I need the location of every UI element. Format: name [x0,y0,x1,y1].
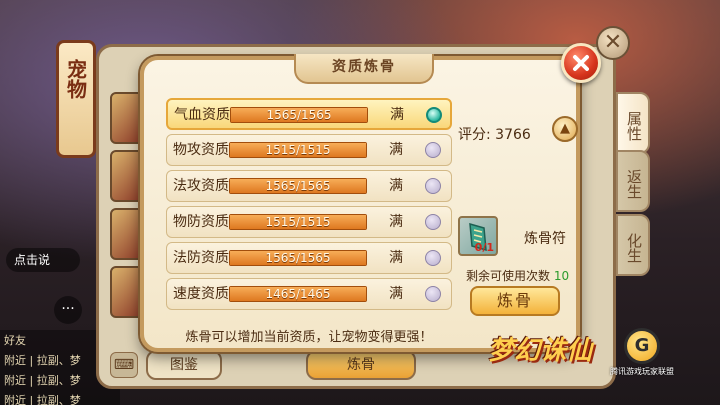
attribute-status: 满 [389,250,403,266]
pet-list [110,92,144,328]
attribute-name: 物防资质 [173,214,229,230]
attribute-status: 满 [389,214,403,230]
attribute-select-radio[interactable] [425,250,441,266]
attribute-progress-bar: 1465/1465 [229,286,367,302]
badge-icon: G [624,328,660,364]
attribute-select-radio[interactable] [425,142,441,158]
attribute-value: 1465/1465 [265,287,331,301]
attribute-name: 气血资质 [174,107,230,123]
pet-thumbnail[interactable] [110,266,144,318]
score-display: 评分: 3766 [458,127,531,143]
attribute-select-radio[interactable] [425,178,441,194]
lantern-text: 宠物 [63,59,88,99]
attribute-progress-bar: 1565/1565 [229,178,367,194]
refine-hint: 炼骨可以增加当前资质，让宠物变得更强！ [185,330,433,345]
attribute-row[interactable]: 物防资质 1515/1515 满 [166,206,452,238]
attribute-row[interactable]: 气血资质 1565/1565 满 [166,98,452,130]
remaining-uses-label: 剩余可使用次数 [466,269,551,283]
item-count: 0/1 [474,241,494,254]
attribute-status: 满 [390,107,404,123]
attribute-select-radio[interactable] [425,214,441,230]
attribute-progress-bar: 1565/1565 [230,107,368,123]
attribute-row[interactable]: 物攻资质 1515/1515 满 [166,134,452,166]
tab-rebirth[interactable]: 返生 [616,150,650,212]
catalog-button[interactable]: 图鉴 [146,350,222,380]
attribute-status: 满 [389,178,403,194]
attribute-row[interactable]: 速度资质 1465/1465 满 [166,278,452,310]
attribute-progress-bar: 1565/1565 [229,250,367,266]
attribute-name: 法攻资质 [173,178,229,194]
score-value: 3766 [495,127,531,143]
close-icon [573,55,589,71]
talisman-icon[interactable]: 0/1 [458,216,498,256]
more-options-button[interactable]: ··· [54,296,82,324]
tab-transform[interactable]: 化生 [616,214,650,276]
attribute-status: 满 [389,142,403,158]
remaining-uses: 剩余可使用次数 10 [466,267,569,284]
pet-panel-close-button[interactable]: ✕ [596,26,630,60]
badge-text: 腾讯游戏玩家联盟 [610,367,674,376]
attribute-name: 物攻资质 [173,142,229,158]
game-logo-text: 梦幻诛仙 [488,336,593,366]
pet-thumbnail[interactable] [110,208,144,260]
attribute-value: 1515/1515 [265,143,331,157]
attribute-list: 气血资质 1565/1565 满 物攻资质 1515/1515 满 法攻资质 1… [166,98,452,314]
attribute-progress-bar: 1515/1515 [229,214,367,230]
pet-thumbnail[interactable] [110,92,144,144]
attribute-name: 速度资质 [173,286,229,302]
remaining-uses-value: 10 [553,269,570,283]
gamepad-icon[interactable]: ⌨ [110,352,138,378]
attribute-value: 1565/1565 [265,179,331,193]
attribute-value: 1565/1565 [265,251,331,265]
tab-attributes[interactable]: 属性 [616,92,650,154]
attribute-select-radio[interactable] [425,286,441,302]
game-logo: 梦幻诛仙 [488,330,628,378]
chat-line: 附近 | 拉副、梦 [4,394,81,405]
attribute-row[interactable]: 法防资质 1565/1565 满 [166,242,452,274]
item-name: 炼骨符 [524,231,566,247]
tencent-badge: G 腾讯游戏玩家联盟 [610,328,674,392]
attribute-status: 满 [389,286,403,302]
dialog-header: 资质炼骨 [294,54,434,84]
attribute-progress-bar: 1515/1515 [229,142,367,158]
attribute-select-radio[interactable] [426,107,442,123]
attribute-row[interactable]: 法攻资质 1565/1565 满 [166,170,452,202]
attribute-name: 法防资质 [173,250,229,266]
voice-chat-button[interactable]: 点击说 [6,248,80,272]
attribute-value: 1515/1515 [265,215,331,229]
refine-button[interactable]: 炼骨 [470,286,560,316]
upgrade-arrow-icon[interactable]: ▲ [552,116,578,142]
pet-thumbnail[interactable] [110,150,144,202]
refine-dialog: 资质炼骨 气血资质 1565/1565 满 物攻资质 1515/1515 满 法… [140,54,580,352]
dialog-close-button[interactable] [561,43,601,83]
refine-tab-button[interactable]: 炼骨 [306,350,416,380]
pet-lantern-sign: 宠物 [56,40,96,158]
dialog-title: 资质炼骨 [332,59,396,75]
score-label: 评分 [458,127,486,143]
attribute-value: 1565/1565 [266,108,332,122]
